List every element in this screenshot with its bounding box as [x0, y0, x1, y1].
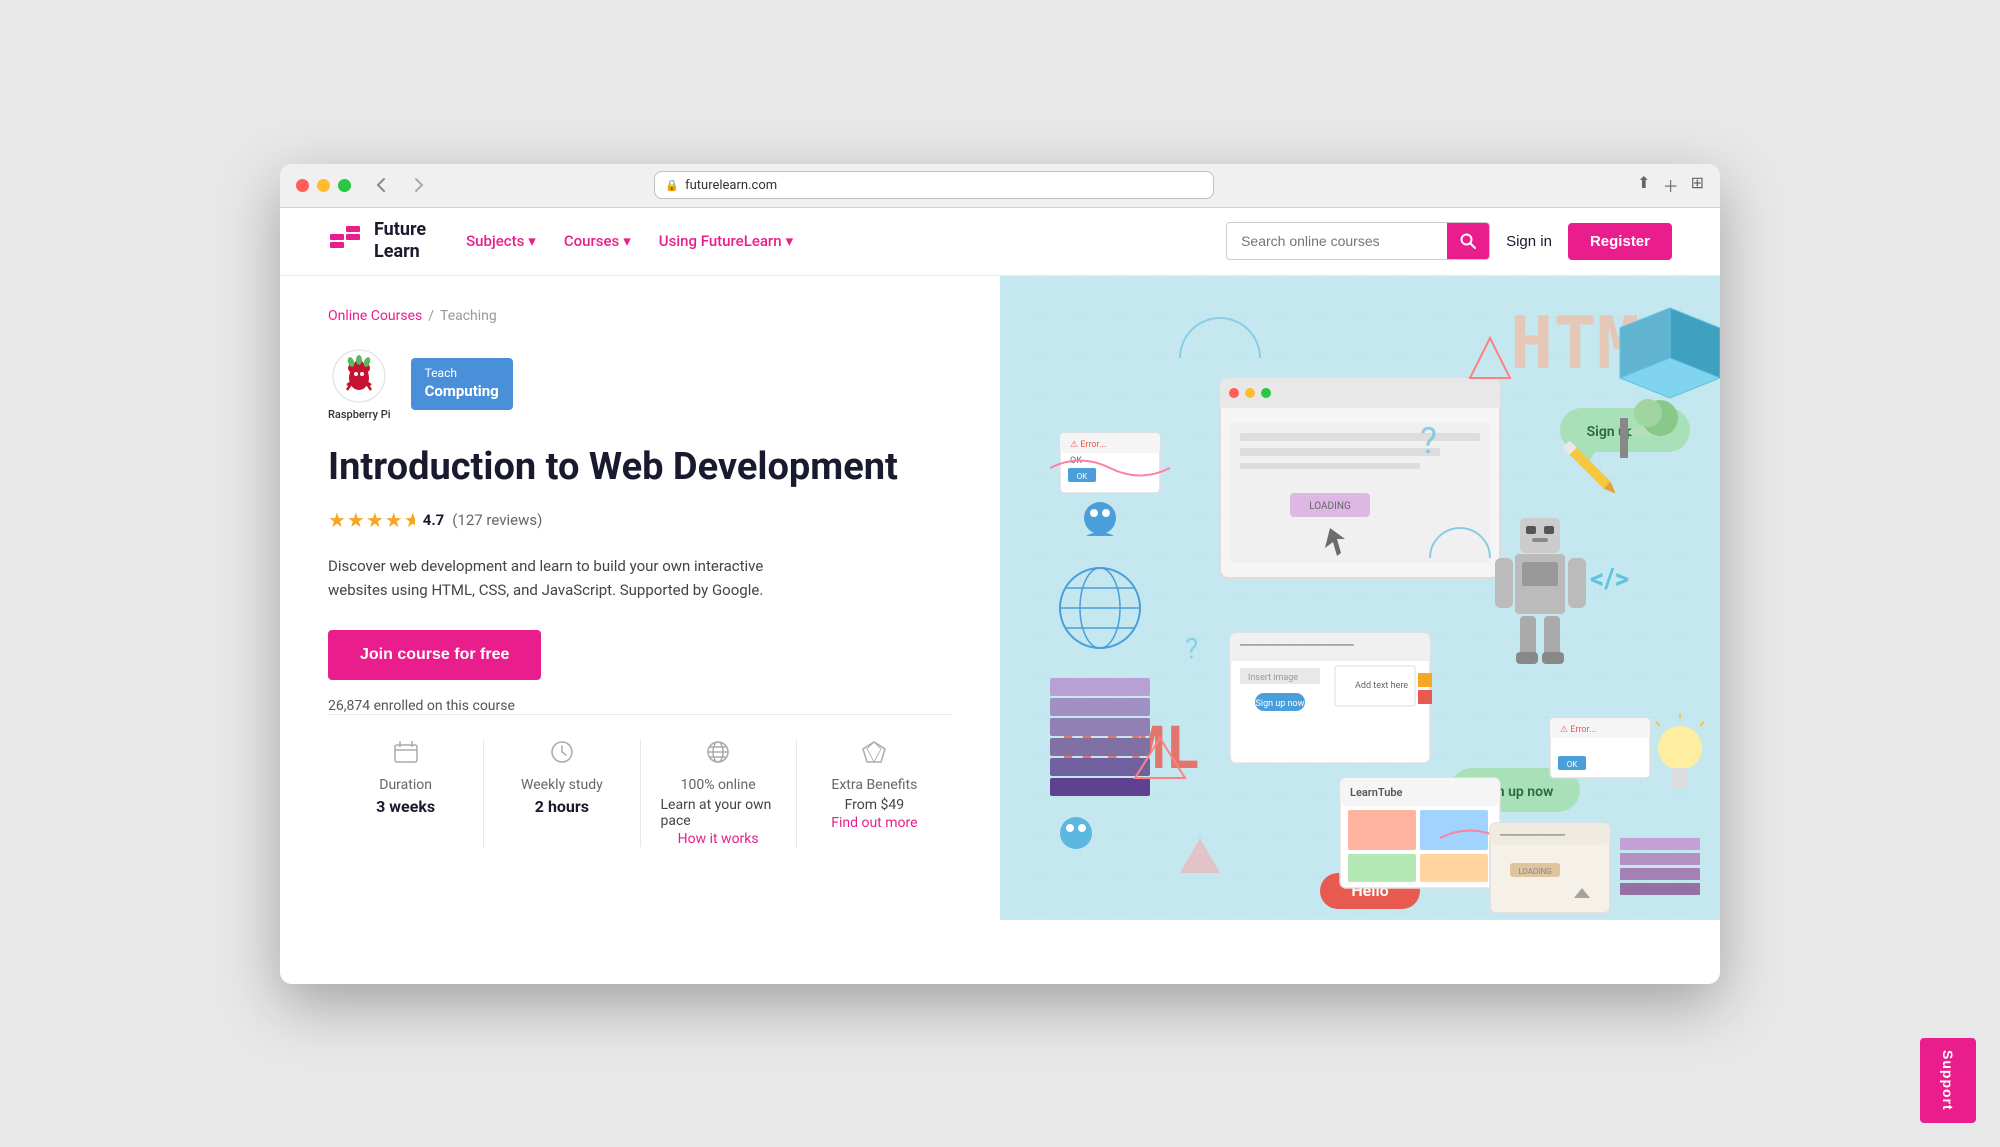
nav-right: Sign in Register: [1226, 222, 1672, 260]
site-content: Future Learn Subjects ▾ Courses ▾ Using …: [280, 208, 1720, 984]
minimize-button[interactable]: [317, 179, 330, 192]
rating-count: (127 reviews): [452, 511, 542, 529]
svg-text:?: ?: [1185, 632, 1198, 665]
svg-text:━━━━━━━━━━━━: ━━━━━━━━━━━━: [1499, 831, 1566, 841]
logo-text: Future Learn: [374, 219, 426, 262]
join-course-button[interactable]: Join course for free: [328, 630, 541, 680]
support-button[interactable]: Support: [1920, 1038, 1976, 1123]
svg-text:━━━━━━━━━━━━━━━━━━━━━: ━━━━━━━━━━━━━━━━━━━━━: [1239, 641, 1354, 651]
title-bar-actions: ⬆ ＋ ⊞: [1637, 173, 1704, 197]
traffic-lights: [296, 179, 351, 192]
svg-text:LOADING: LOADING: [1518, 867, 1551, 876]
svg-text:⚠ Error...: ⚠ Error...: [1070, 440, 1106, 450]
mac-window: 🔒 futurelearn.com ⬆ ＋ ⊞: [280, 164, 1720, 984]
logo-link[interactable]: Future Learn: [328, 219, 426, 262]
breadcrumb: Online Courses / Teaching: [328, 308, 952, 324]
hero-background: HTML HTML: [1000, 276, 1720, 920]
diamond-icon: [861, 739, 887, 771]
breadcrumb-home-link[interactable]: Online Courses: [328, 308, 422, 324]
course-description: Discover web development and learn to bu…: [328, 554, 808, 602]
svg-text:Add text here: Add text here: [1355, 681, 1408, 691]
breadcrumb-separator: /: [428, 308, 434, 324]
svg-text:?: ?: [1420, 420, 1437, 462]
svg-text:LOADING: LOADING: [1309, 501, 1351, 512]
svg-text:LearnTube: LearnTube: [1350, 786, 1403, 799]
chevron-down-icon: ▾: [623, 232, 631, 250]
sign-in-button[interactable]: Sign in: [1506, 233, 1552, 250]
title-bar: 🔒 futurelearn.com ⬆ ＋ ⊞: [280, 164, 1720, 208]
stat-weekly-study: Weekly study 2 hours: [484, 739, 640, 847]
register-button[interactable]: Register: [1568, 223, 1672, 260]
nav-courses[interactable]: Courses ▾: [564, 232, 631, 250]
hero-image-area: HTML HTML: [1000, 276, 1720, 920]
globe-icon: [705, 739, 731, 771]
extra-benefits-label: Extra Benefits: [831, 777, 917, 793]
raspberry-pi-logo: Raspberry Pi: [328, 348, 391, 421]
url-display: futurelearn.com: [685, 178, 777, 193]
online-sub: Learn at your own pace: [661, 797, 776, 829]
chevron-down-icon: ▾: [528, 232, 536, 250]
logo-icon: [328, 220, 366, 262]
duration-label: Duration: [379, 777, 432, 793]
chevron-down-icon: ▾: [786, 232, 794, 250]
browser-nav-controls: [367, 175, 433, 195]
stat-duration: Duration 3 weeks: [328, 739, 484, 847]
tabs-icon[interactable]: ⊞: [1691, 173, 1704, 197]
weekly-study-label: Weekly study: [521, 777, 603, 793]
lock-icon: 🔒: [665, 179, 679, 192]
back-button[interactable]: [367, 175, 395, 195]
address-bar[interactable]: 🔒 futurelearn.com: [654, 171, 1214, 199]
new-tab-icon[interactable]: ＋: [1663, 173, 1679, 197]
stats-bar: Duration 3 weeks Weekly study 2 hou: [328, 714, 952, 847]
breadcrumb-current: Teaching: [440, 308, 497, 324]
rating-score: 4.7: [423, 511, 445, 529]
nav-links: Subjects ▾ Courses ▾ Using FutureLearn ▾: [466, 232, 793, 250]
svg-text:OK: OK: [1077, 472, 1089, 481]
extra-benefits-sub: From $49: [845, 797, 905, 813]
nav-subjects[interactable]: Subjects ▾: [466, 232, 536, 250]
search-button[interactable]: [1447, 222, 1489, 260]
svg-text:Sign up now: Sign up now: [1256, 699, 1305, 709]
clock-icon: [549, 739, 575, 771]
raspberry-label: Raspberry Pi: [328, 408, 391, 421]
forward-button[interactable]: [405, 175, 433, 195]
enrolled-count: 26,874 enrolled on this course: [328, 698, 952, 714]
rating-stars: ★★★★★: [328, 508, 415, 532]
main-content: Online Courses / Teaching: [280, 276, 1720, 920]
raspberry-pi-icon: [331, 348, 387, 404]
teach-computing-logo: Teach Computing: [411, 358, 513, 409]
hero-illustration: HTML HTML: [1000, 276, 1720, 920]
main-nav: Future Learn Subjects ▾ Courses ▾ Using …: [280, 208, 1720, 276]
search-bar: [1226, 222, 1490, 260]
share-icon[interactable]: ⬆: [1637, 173, 1650, 197]
online-label: 100% online: [681, 777, 756, 793]
how-it-works-link[interactable]: How it works: [678, 831, 759, 847]
weekly-study-value: 2 hours: [535, 797, 589, 816]
svg-text:Insert image: Insert image: [1248, 673, 1298, 683]
stat-extra-benefits: Extra Benefits From $49 Find out more: [797, 739, 952, 847]
fullscreen-button[interactable]: [338, 179, 351, 192]
partner-logos: Raspberry Pi Teach Computing: [328, 348, 952, 421]
svg-text:</>: </>: [1590, 562, 1629, 595]
duration-value: 3 weeks: [376, 797, 435, 816]
nav-using-futurelearn[interactable]: Using FutureLearn ▾: [659, 232, 793, 250]
stat-online: 100% online Learn at your own pace How i…: [641, 739, 797, 847]
course-title: Introduction to Web Development: [328, 445, 952, 491]
course-rating: ★★★★★ 4.7 (127 reviews): [328, 508, 952, 532]
content-left: Online Courses / Teaching: [280, 276, 1000, 920]
duration-icon: [393, 739, 419, 771]
close-button[interactable]: [296, 179, 309, 192]
svg-text:⚠ Error...: ⚠ Error...: [1560, 725, 1596, 735]
svg-text:OK: OK: [1567, 760, 1579, 769]
find-out-more-link[interactable]: Find out more: [831, 815, 917, 831]
search-input[interactable]: [1227, 233, 1447, 249]
